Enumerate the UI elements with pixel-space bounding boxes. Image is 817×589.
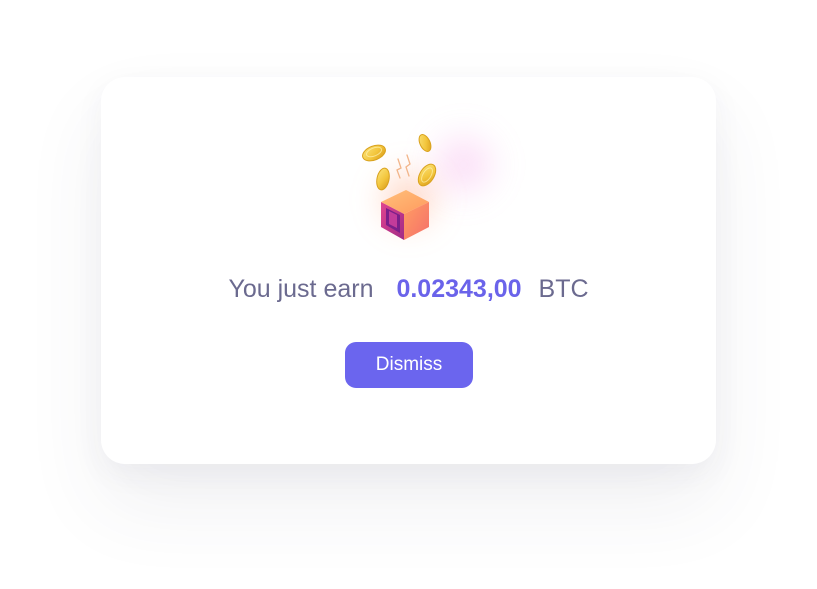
sparkle-lines <box>396 154 411 179</box>
box-coins-svg <box>362 134 437 240</box>
earnings-message: You just earn 0.02343,00 BTC <box>101 274 716 304</box>
currency-label: BTC <box>538 275 589 303</box>
reward-dialog: You just earn 0.02343,00 BTC Dismiss <box>101 77 716 464</box>
box-icon <box>381 190 429 240</box>
earned-amount: 0.02343,00 <box>396 275 522 303</box>
reward-box-with-coins-icon <box>341 107 506 257</box>
coin-icons <box>362 134 437 191</box>
dismiss-button[interactable]: Dismiss <box>345 342 473 388</box>
message-prefix: You just earn <box>228 275 374 303</box>
screen: You just earn 0.02343,00 BTC Dismiss <box>0 0 817 589</box>
